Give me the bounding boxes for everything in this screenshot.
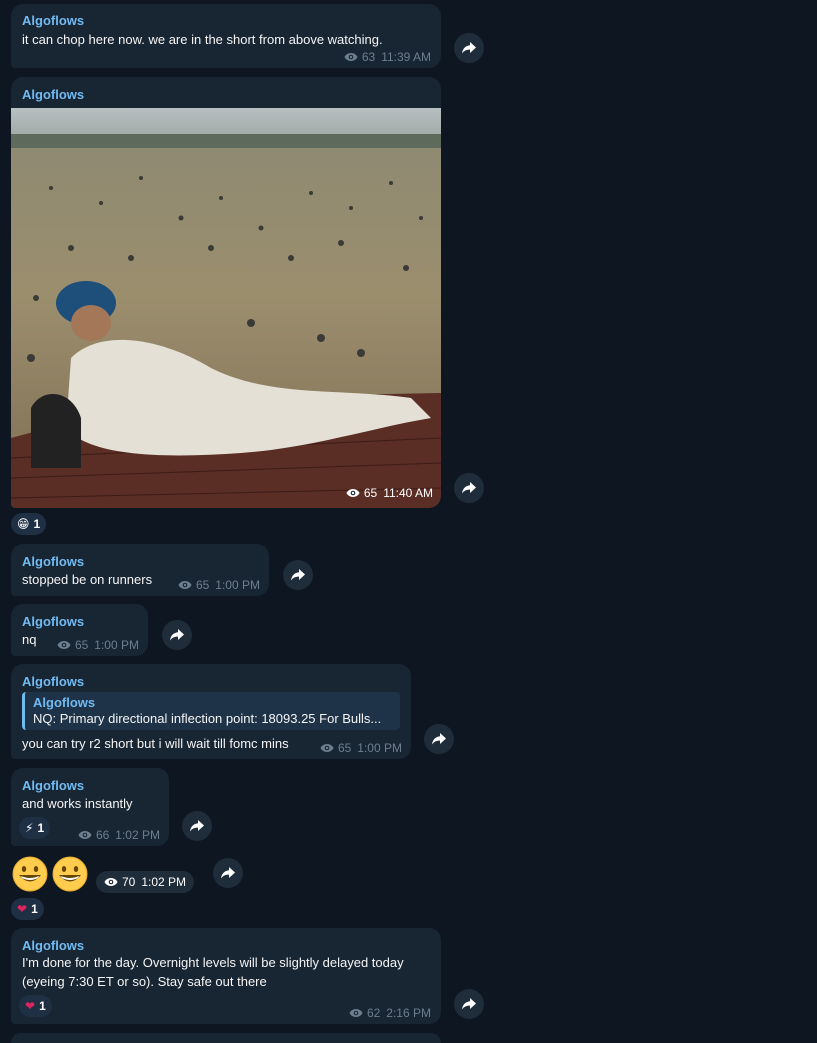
message-bubble[interactable]: Algoflows I'm done for the day. Overnigh… <box>11 928 441 1024</box>
forward-button[interactable] <box>454 989 484 1019</box>
message-text: nq <box>22 632 37 647</box>
reaction-count: 1 <box>37 821 45 835</box>
forward-button[interactable] <box>283 560 313 590</box>
view-count: 65 <box>337 741 352 755</box>
forward-arrow-icon <box>461 997 477 1011</box>
message-time: 1:02 PM <box>115 828 160 842</box>
reaction-badge[interactable]: 😁 1 <box>11 513 47 535</box>
message-time: 1:00 PM <box>357 741 402 755</box>
forward-arrow-icon <box>431 732 447 746</box>
message-bubble[interactable]: Algoflows stopped be on runners 65 1:00 … <box>11 544 269 596</box>
message-bubble[interactable]: Algoflows it can chop here now. we are i… <box>11 4 441 68</box>
message-text: you can try r2 short but i will wait til… <box>22 736 289 751</box>
message-time: 11:40 AM <box>383 486 433 500</box>
message-bubble[interactable]: Algoflows nq 65 1:00 PM <box>11 604 148 656</box>
message-bubble[interactable]: Algoflows and works instantly ⚡ 1 66 1:0… <box>11 768 169 846</box>
message-bubble[interactable] <box>11 1033 441 1043</box>
message-time: 2:16 PM <box>386 1006 431 1020</box>
grinning-face-icon[interactable] <box>12 856 48 892</box>
red-heart-icon: ❤ <box>25 999 36 1013</box>
message-meta: 65 1:00 PM <box>57 638 139 652</box>
message-time: 1:02 PM <box>141 875 187 889</box>
view-count: 66 <box>95 828 110 842</box>
field-photo-image <box>11 108 441 508</box>
view-count: 65 <box>363 486 378 500</box>
grinning-face-icon[interactable] <box>52 856 88 892</box>
message-meta: 65 1:00 PM <box>320 741 402 755</box>
eye-icon <box>57 640 71 650</box>
reaction-badge[interactable]: ❤ 1 <box>19 995 52 1017</box>
red-heart-icon: ❤ <box>17 902 28 916</box>
sender-name[interactable]: Algoflows <box>22 778 84 794</box>
message-bubble[interactable]: Algoflows Algoflows NQ: Primary directio… <box>11 664 411 759</box>
eye-icon <box>320 743 334 753</box>
forward-arrow-icon <box>189 819 205 833</box>
sender-name[interactable]: Algoflows <box>22 87 84 103</box>
message-text: I'm done for the day. Overnight levels w… <box>22 955 404 989</box>
forward-arrow-icon <box>220 866 236 880</box>
grinning-face-icon: 😁 <box>17 517 30 531</box>
message-text: stopped be on runners <box>22 572 153 587</box>
eye-icon <box>78 830 92 840</box>
quote-sender: Algoflows <box>33 695 96 710</box>
message-meta: 66 1:02 PM <box>78 828 160 842</box>
reaction-badge[interactable]: ⚡ 1 <box>19 817 51 839</box>
message-meta: 62 2:16 PM <box>349 1006 431 1020</box>
sender-name[interactable]: Algoflows <box>22 13 84 29</box>
view-count: 65 <box>74 638 89 652</box>
view-count: 70 <box>122 875 136 889</box>
message-meta: 65 1:00 PM <box>178 578 260 592</box>
reply-quote[interactable]: Algoflows NQ: Primary directional inflec… <box>22 692 400 730</box>
photo-meta: 65 11:40 AM <box>346 486 433 500</box>
forward-button[interactable] <box>454 473 484 503</box>
forward-button[interactable] <box>182 811 212 841</box>
reaction-badge[interactable]: ❤ 1 <box>11 898 44 920</box>
view-count: 65 <box>195 578 210 592</box>
message-time: 1:00 PM <box>215 578 260 592</box>
forward-button[interactable] <box>454 33 484 63</box>
quote-text: NQ: Primary directional inflection point… <box>33 711 382 726</box>
sender-name[interactable]: Algoflows <box>22 674 84 690</box>
view-count: 62 <box>366 1006 381 1020</box>
sender-name[interactable]: Algoflows <box>22 614 84 630</box>
forward-button[interactable] <box>213 858 243 888</box>
forward-arrow-icon <box>169 628 185 642</box>
eye-icon <box>346 488 360 498</box>
message-bubble[interactable]: Algoflows 65 11:40 AM <box>11 77 441 508</box>
view-count: 63 <box>361 50 376 64</box>
reaction-count: 1 <box>31 902 38 916</box>
eye-icon <box>344 52 358 62</box>
forward-button[interactable] <box>424 724 454 754</box>
reaction-count: 1 <box>39 999 46 1013</box>
eye-icon <box>104 877 118 887</box>
message-text: and works instantly <box>22 796 133 811</box>
photo[interactable]: 65 11:40 AM <box>11 108 441 508</box>
reaction-count: 1 <box>33 517 41 531</box>
forward-button[interactable] <box>162 620 192 650</box>
forward-arrow-icon <box>461 41 477 55</box>
message-time: 1:00 PM <box>94 638 139 652</box>
message-meta: 63 11:39 AM <box>344 50 431 64</box>
forward-arrow-icon <box>461 481 477 495</box>
high-voltage-icon: ⚡ <box>25 821 34 835</box>
forward-arrow-icon <box>290 568 306 582</box>
message-text: it can chop here now. we are in the shor… <box>22 32 383 47</box>
sender-name[interactable]: Algoflows <box>22 938 84 954</box>
eye-icon <box>178 580 192 590</box>
eye-icon <box>349 1008 363 1018</box>
sender-name[interactable]: Algoflows <box>22 554 84 570</box>
message-time: 11:39 AM <box>381 50 431 64</box>
message-meta: 70 1:02 PM <box>96 871 195 893</box>
